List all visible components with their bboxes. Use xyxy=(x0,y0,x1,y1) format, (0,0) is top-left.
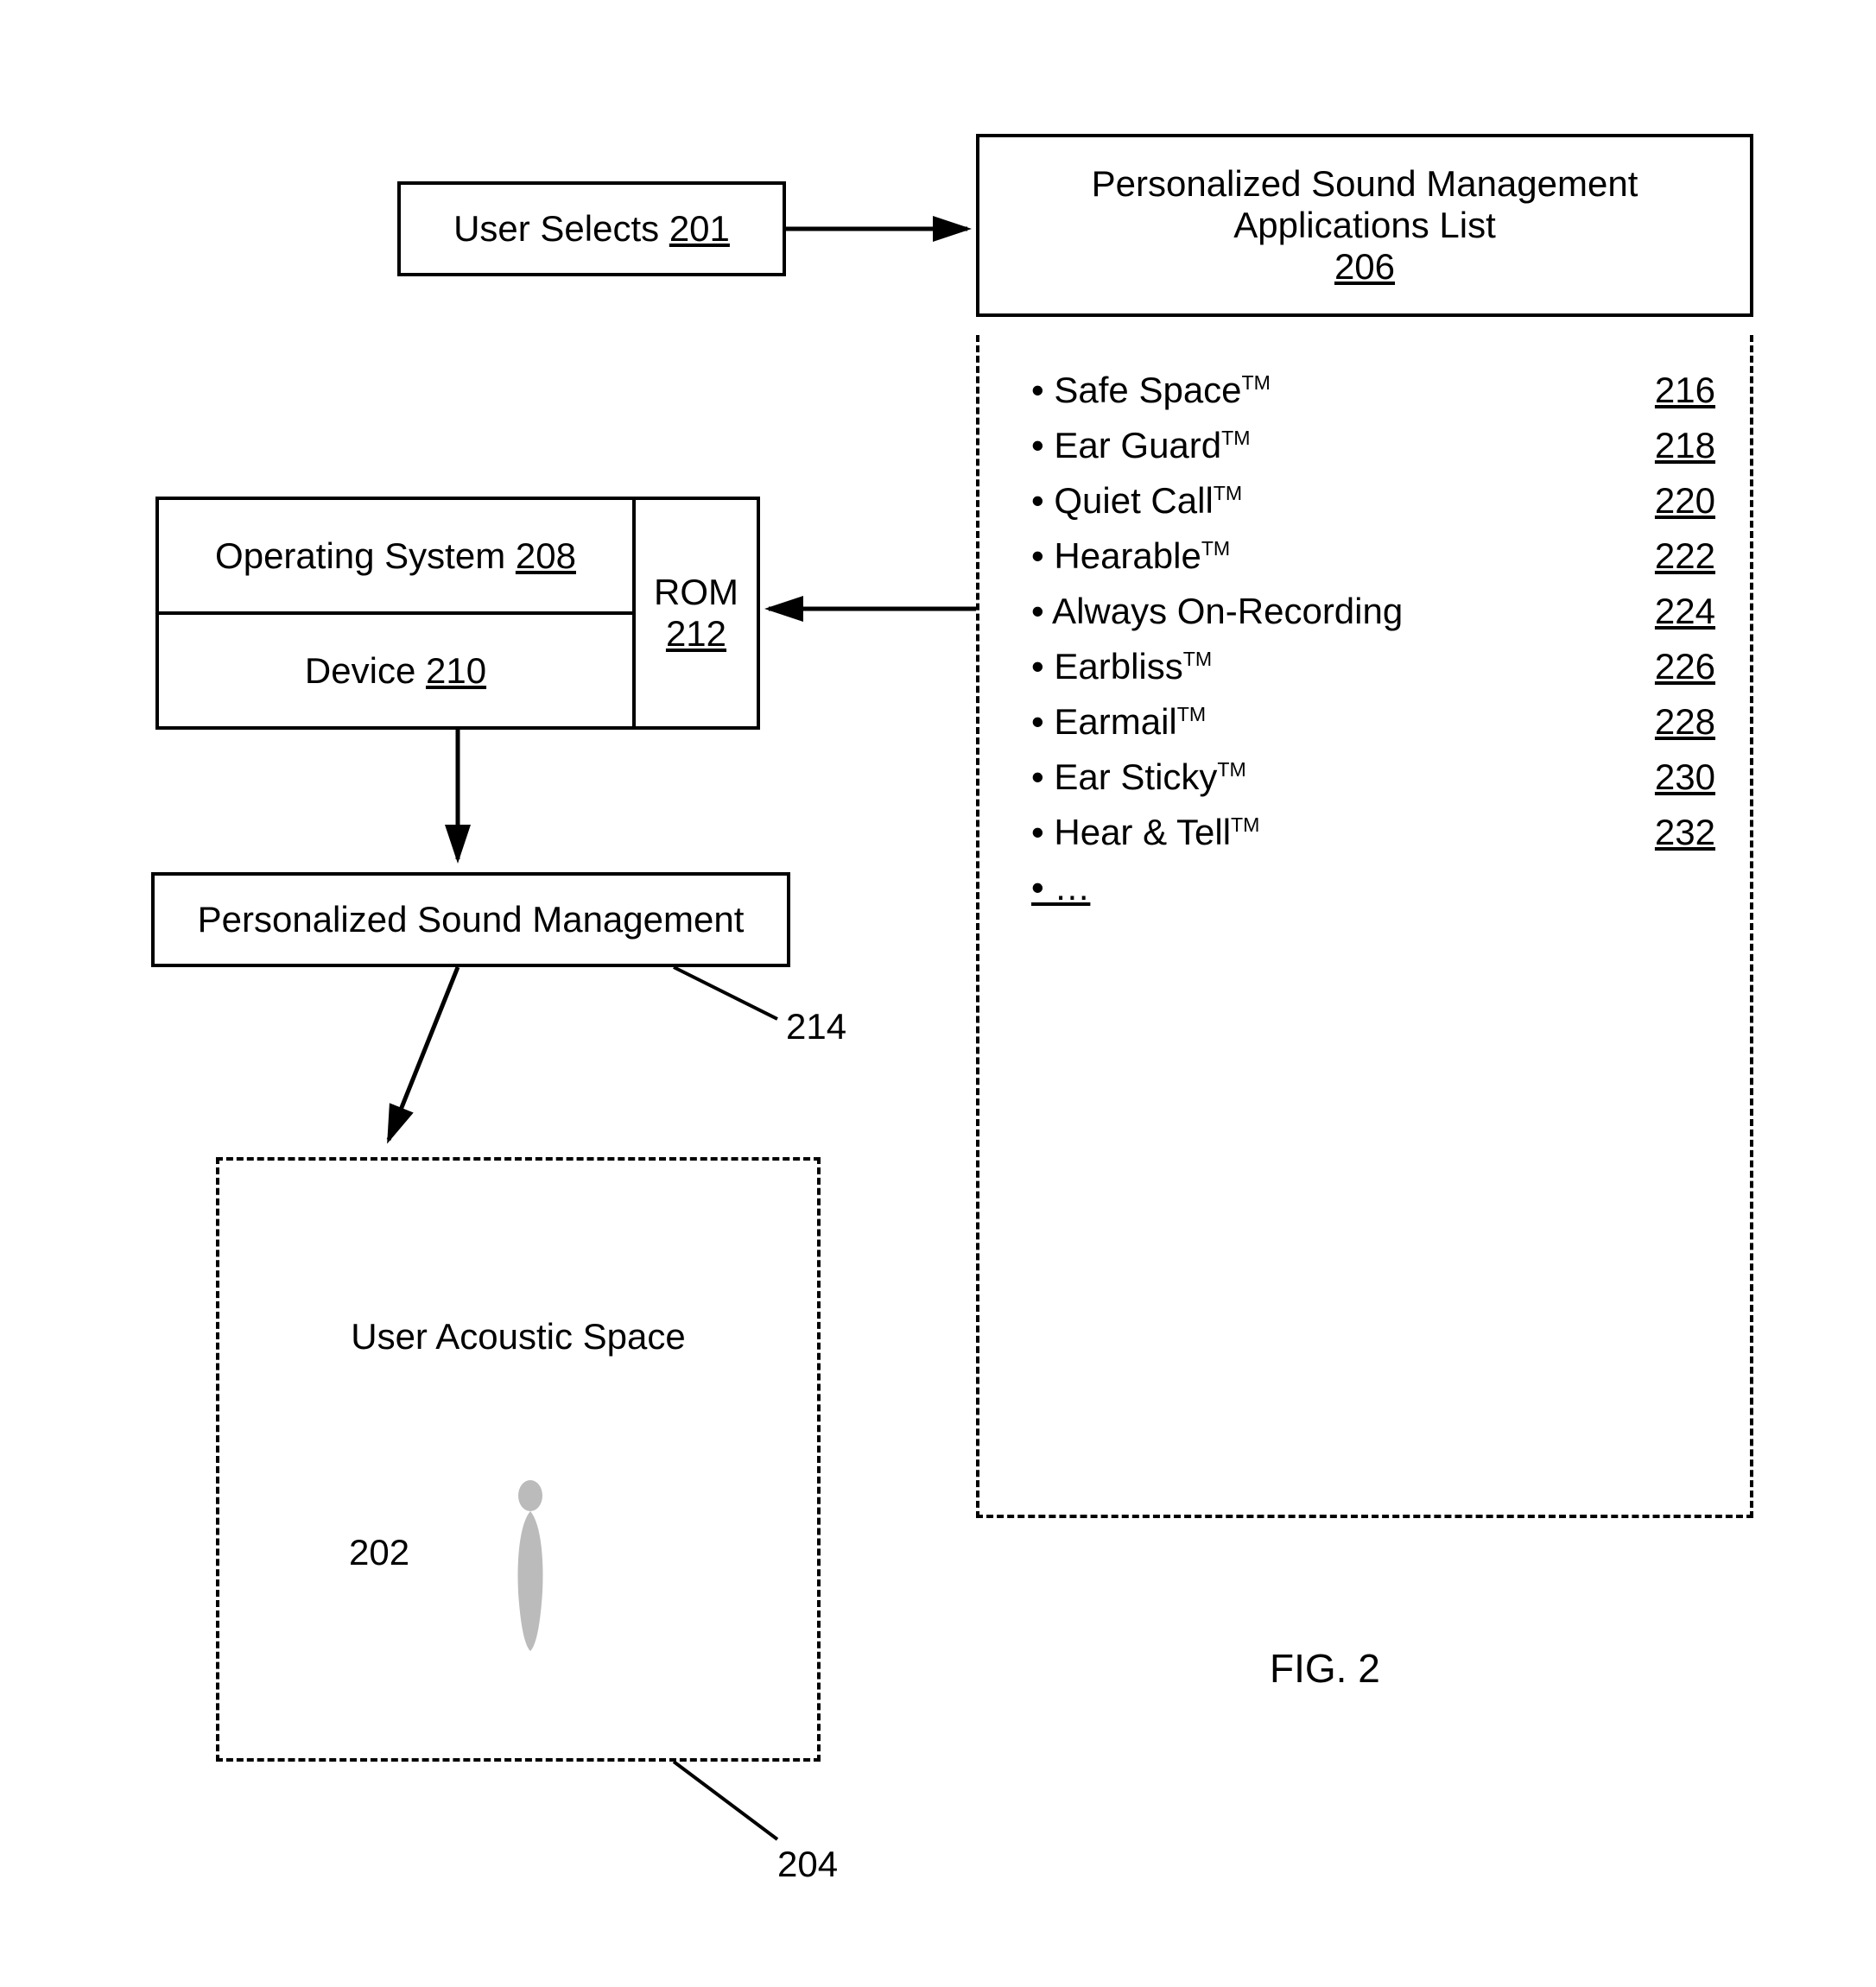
device-box: Device 210 xyxy=(159,615,632,726)
user-selects-box: User Selects 201 xyxy=(397,181,786,276)
app-ref: 226 xyxy=(1655,646,1715,687)
app-ref: 220 xyxy=(1655,480,1715,522)
figure-caption: FIG. 2 xyxy=(1270,1645,1380,1692)
callout-line-acoustic xyxy=(674,1762,812,1857)
system-compound-box: Operating System 208 Device 210 ROM 212 xyxy=(155,497,760,730)
apps-list-ref: 206 xyxy=(1334,246,1395,288)
app-name: • Ear GuardTM xyxy=(1031,425,1251,466)
app-list-item: • EarmailTM 228 xyxy=(1031,701,1715,743)
app-list-item: • Ear StickyTM 230 xyxy=(1031,756,1715,798)
arrow-system-to-psm xyxy=(432,730,484,876)
operating-system-ref: 208 xyxy=(516,535,576,577)
rom-box: ROM 212 xyxy=(632,500,757,726)
app-name: • Always On-Recording xyxy=(1031,591,1403,632)
device-ref: 210 xyxy=(426,650,486,692)
operating-system-label: Operating System xyxy=(215,535,505,577)
app-list-item: • Ear GuardTM 218 xyxy=(1031,425,1715,466)
app-name: • Quiet CallTM xyxy=(1031,480,1242,522)
app-list-item: • Always On-Recording 224 xyxy=(1031,591,1715,632)
acoustic-space-box: User Acoustic Space 202 xyxy=(216,1157,821,1762)
rom-label: ROM xyxy=(654,572,738,613)
app-list-item: • Hear & TellTM 232 xyxy=(1031,812,1715,853)
rom-ref: 212 xyxy=(666,613,726,655)
psm-label: Personalized Sound Management xyxy=(198,899,745,940)
device-label: Device xyxy=(305,650,415,692)
app-ref: 230 xyxy=(1655,756,1715,798)
acoustic-space-callout-ref: 204 xyxy=(777,1844,838,1885)
app-list-item: • EarblissTM 226 xyxy=(1031,646,1715,687)
acoustic-space-label: User Acoustic Space xyxy=(219,1316,817,1357)
app-list-item: • Safe SpaceTM 216 xyxy=(1031,370,1715,411)
app-name: • HearableTM xyxy=(1031,535,1230,577)
apps-list-body-box: • Safe SpaceTM 216 • Ear GuardTM 218 • Quiet… xyxy=(976,335,1753,1518)
arrow-apps-to-rom xyxy=(760,587,985,639)
app-list-ellipsis: • … xyxy=(1031,867,1715,908)
app-ref: 216 xyxy=(1655,370,1715,411)
app-ref: 224 xyxy=(1655,591,1715,632)
apps-list-body: • Safe SpaceTM 216 • Ear GuardTM 218 • Quiet… xyxy=(979,335,1750,957)
psm-callout-ref: 214 xyxy=(786,1006,846,1047)
app-ref: 222 xyxy=(1655,535,1715,577)
apps-list-title-line2: Applications List xyxy=(997,205,1733,246)
app-name: • Safe SpaceTM xyxy=(1031,370,1271,411)
acoustic-space-ref: 202 xyxy=(349,1532,409,1573)
arrow-psm-to-acoustic xyxy=(371,967,475,1157)
apps-list-header-box: Personalized Sound Management Applicatio… xyxy=(976,134,1753,317)
user-selects-label: User Selects xyxy=(453,208,659,250)
app-ref: 232 xyxy=(1655,812,1715,853)
diagram-canvas: User Selects 201 Personalized Sound Mana… xyxy=(0,0,1876,1987)
app-name: • EarmailTM xyxy=(1031,701,1206,743)
apps-list-title-line1: Personalized Sound Management xyxy=(997,163,1733,205)
psm-box: Personalized Sound Management xyxy=(151,872,790,967)
app-list-item: • Quiet CallTM 220 xyxy=(1031,480,1715,522)
arrow-user-selects-to-apps xyxy=(786,207,985,259)
app-ref: 218 xyxy=(1655,425,1715,466)
operating-system-box: Operating System 208 xyxy=(159,500,632,615)
app-name: • EarblissTM xyxy=(1031,646,1212,687)
user-selects-ref: 201 xyxy=(669,208,730,250)
app-name: • Hear & TellTM xyxy=(1031,812,1259,853)
app-name: • Ear StickyTM xyxy=(1031,756,1246,798)
app-list-item: • HearableTM 222 xyxy=(1031,535,1715,577)
app-ref: 228 xyxy=(1655,701,1715,743)
person-icon xyxy=(504,1480,556,1653)
